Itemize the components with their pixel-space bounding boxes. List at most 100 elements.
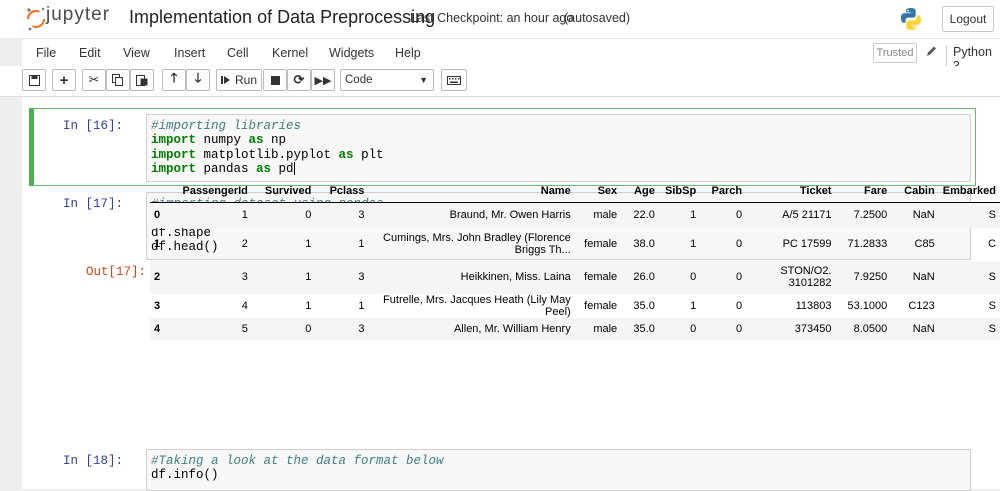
table-cell: Braund, Mr. Owen Harris: [449, 209, 571, 222]
menu-help[interactable]: Help: [395, 46, 421, 60]
code-line: import matplotlib.pyplot as plt: [151, 147, 384, 162]
stop-icon: [270, 75, 280, 85]
code-line: #importing libraries: [151, 119, 302, 133]
table-cell: 1: [305, 238, 312, 250]
python-logo-icon: [901, 8, 921, 30]
code-editor-16[interactable]: #importing libraries import numpy as np …: [146, 114, 971, 182]
table-cell: S: [988, 299, 996, 312]
paste-button[interactable]: [130, 69, 154, 91]
input-prompt-17: In [17]:: [63, 197, 124, 211]
menu-insert[interactable]: Insert: [174, 46, 205, 60]
jupyter-wordmark[interactable]: jupyter: [46, 4, 110, 26]
interrupt-button[interactable]: [263, 69, 287, 91]
notebook-title[interactable]: Implementation of Data Preprocessing: [129, 7, 435, 28]
table-cell: NaN: [912, 209, 935, 222]
table-cell: female: [584, 299, 618, 312]
table-cell: Cumings, Mrs. John Bradley (Florence Bri…: [383, 232, 571, 256]
table-cell: 0: [735, 271, 743, 283]
column-header: SibSp: [658, 180, 701, 203]
table-cell: 4: [241, 299, 248, 312]
cell-type-select[interactable]: Code ▼: [340, 69, 434, 91]
table-cell: 0: [735, 238, 743, 250]
menu-widgets[interactable]: Widgets: [329, 46, 374, 60]
table-cell: 1: [305, 271, 312, 283]
table-cell: C85: [914, 238, 935, 250]
table-cell: 0: [735, 299, 743, 312]
table-cell: 1: [305, 299, 312, 312]
run-label: Run: [234, 73, 257, 87]
table-cell: male: [593, 209, 618, 222]
cell-type-value: Code: [345, 74, 373, 86]
copy-button[interactable]: [106, 69, 130, 91]
table-cell: 71.2833: [847, 238, 888, 250]
table-cell: 5: [241, 322, 248, 335]
column-header: Embarked: [938, 180, 1000, 203]
keyboard-icon: [447, 75, 461, 85]
table-cell: female: [584, 271, 618, 283]
restart-button[interactable]: ⟳: [287, 69, 311, 91]
table-cell: 0: [305, 322, 312, 335]
table-cell: S: [988, 271, 996, 283]
row-index: 3: [154, 299, 161, 312]
table-cell: 3: [241, 271, 248, 283]
toolbar: + ✂ 🡑 🡓 Run ⟳ ▶▶ Code ▼: [0, 66, 1000, 97]
table-cell: 1: [690, 209, 697, 222]
table-cell: Heikkinen, Miss. Laina: [460, 271, 571, 283]
move-down-button[interactable]: 🡓: [186, 69, 210, 91]
save-button[interactable]: [22, 69, 46, 91]
logout-button[interactable]: Logout: [942, 6, 994, 32]
chevron-down-icon: ▼: [419, 75, 428, 85]
plus-icon: +: [59, 71, 69, 89]
table-cell: 0: [305, 209, 312, 222]
table-cell: 1: [358, 299, 365, 312]
command-palette-button[interactable]: [441, 69, 467, 91]
menu-cell[interactable]: Cell: [227, 46, 249, 60]
code-editor-18[interactable]: #Taking a look at the data format below …: [146, 449, 971, 491]
table-cell: 3: [358, 322, 365, 335]
code-line: import numpy as np: [151, 133, 287, 148]
run-button[interactable]: Run: [216, 69, 262, 91]
dataframe-header: PassengerId Survived Pclass Name Sex Age SibSp…: [150, 180, 1000, 203]
table-cell: 1: [690, 299, 697, 312]
cut-button[interactable]: ✂: [82, 69, 106, 91]
table-cell: NaN: [912, 271, 935, 283]
code-line: df.info(): [151, 468, 219, 483]
table-cell: Allen, Mr. William Henry: [453, 322, 571, 335]
save-icon: [28, 74, 40, 86]
menu-file[interactable]: File: [36, 46, 56, 60]
column-header: Survived: [251, 180, 316, 203]
table-cell: S: [988, 209, 996, 222]
fast-forward-icon: ▶▶: [314, 74, 332, 87]
table-cell: STON/O2. 3101282: [780, 265, 832, 289]
table-cell: 1: [241, 209, 248, 222]
step-forward-icon: [220, 76, 230, 84]
column-header: [150, 180, 175, 203]
code-line: import pandas as pd: [151, 162, 295, 177]
table-cell: NaN: [912, 322, 935, 335]
trusted-indicator[interactable]: Trusted: [873, 43, 917, 63]
table-cell: 2: [241, 238, 248, 250]
pencil-icon[interactable]: [925, 44, 937, 58]
insert-cell-button[interactable]: +: [52, 69, 76, 91]
table-cell: 0: [690, 271, 697, 283]
input-prompt-18: In [18]:: [63, 454, 124, 468]
table-cell: A/5 21171: [782, 209, 832, 222]
table-cell: C123: [908, 299, 935, 312]
table-cell: 113803: [795, 299, 832, 312]
dataframe-body: 0 1 0 3 Braund, Mr. Owen Harris male 22.0 1 0 A/5…: [150, 202, 1000, 340]
menu-kernel[interactable]: Kernel: [272, 46, 308, 60]
restart-run-all-button[interactable]: ▶▶: [311, 69, 335, 91]
table-cell: 53.1000: [847, 299, 888, 312]
table-cell: 35.0: [633, 322, 655, 335]
table-row: 0 1 0 3 Braund, Mr. Owen Harris male 22.0 1 0 A/5…: [150, 202, 1000, 228]
move-up-button[interactable]: 🡑: [162, 69, 186, 91]
input-prompt-16: In [16]:: [63, 119, 124, 133]
table-cell: 26.0: [633, 271, 655, 283]
table-row: 1 2 1 1 Cumings, Mrs. John Bradley (Florence…: [150, 228, 1000, 261]
paste-icon: [136, 75, 148, 86]
column-header: Pclass: [315, 180, 369, 203]
menu-edit[interactable]: Edit: [79, 46, 101, 60]
menu-view[interactable]: View: [123, 46, 150, 60]
row-index: 1: [154, 238, 161, 250]
column-header: Age: [621, 180, 659, 203]
